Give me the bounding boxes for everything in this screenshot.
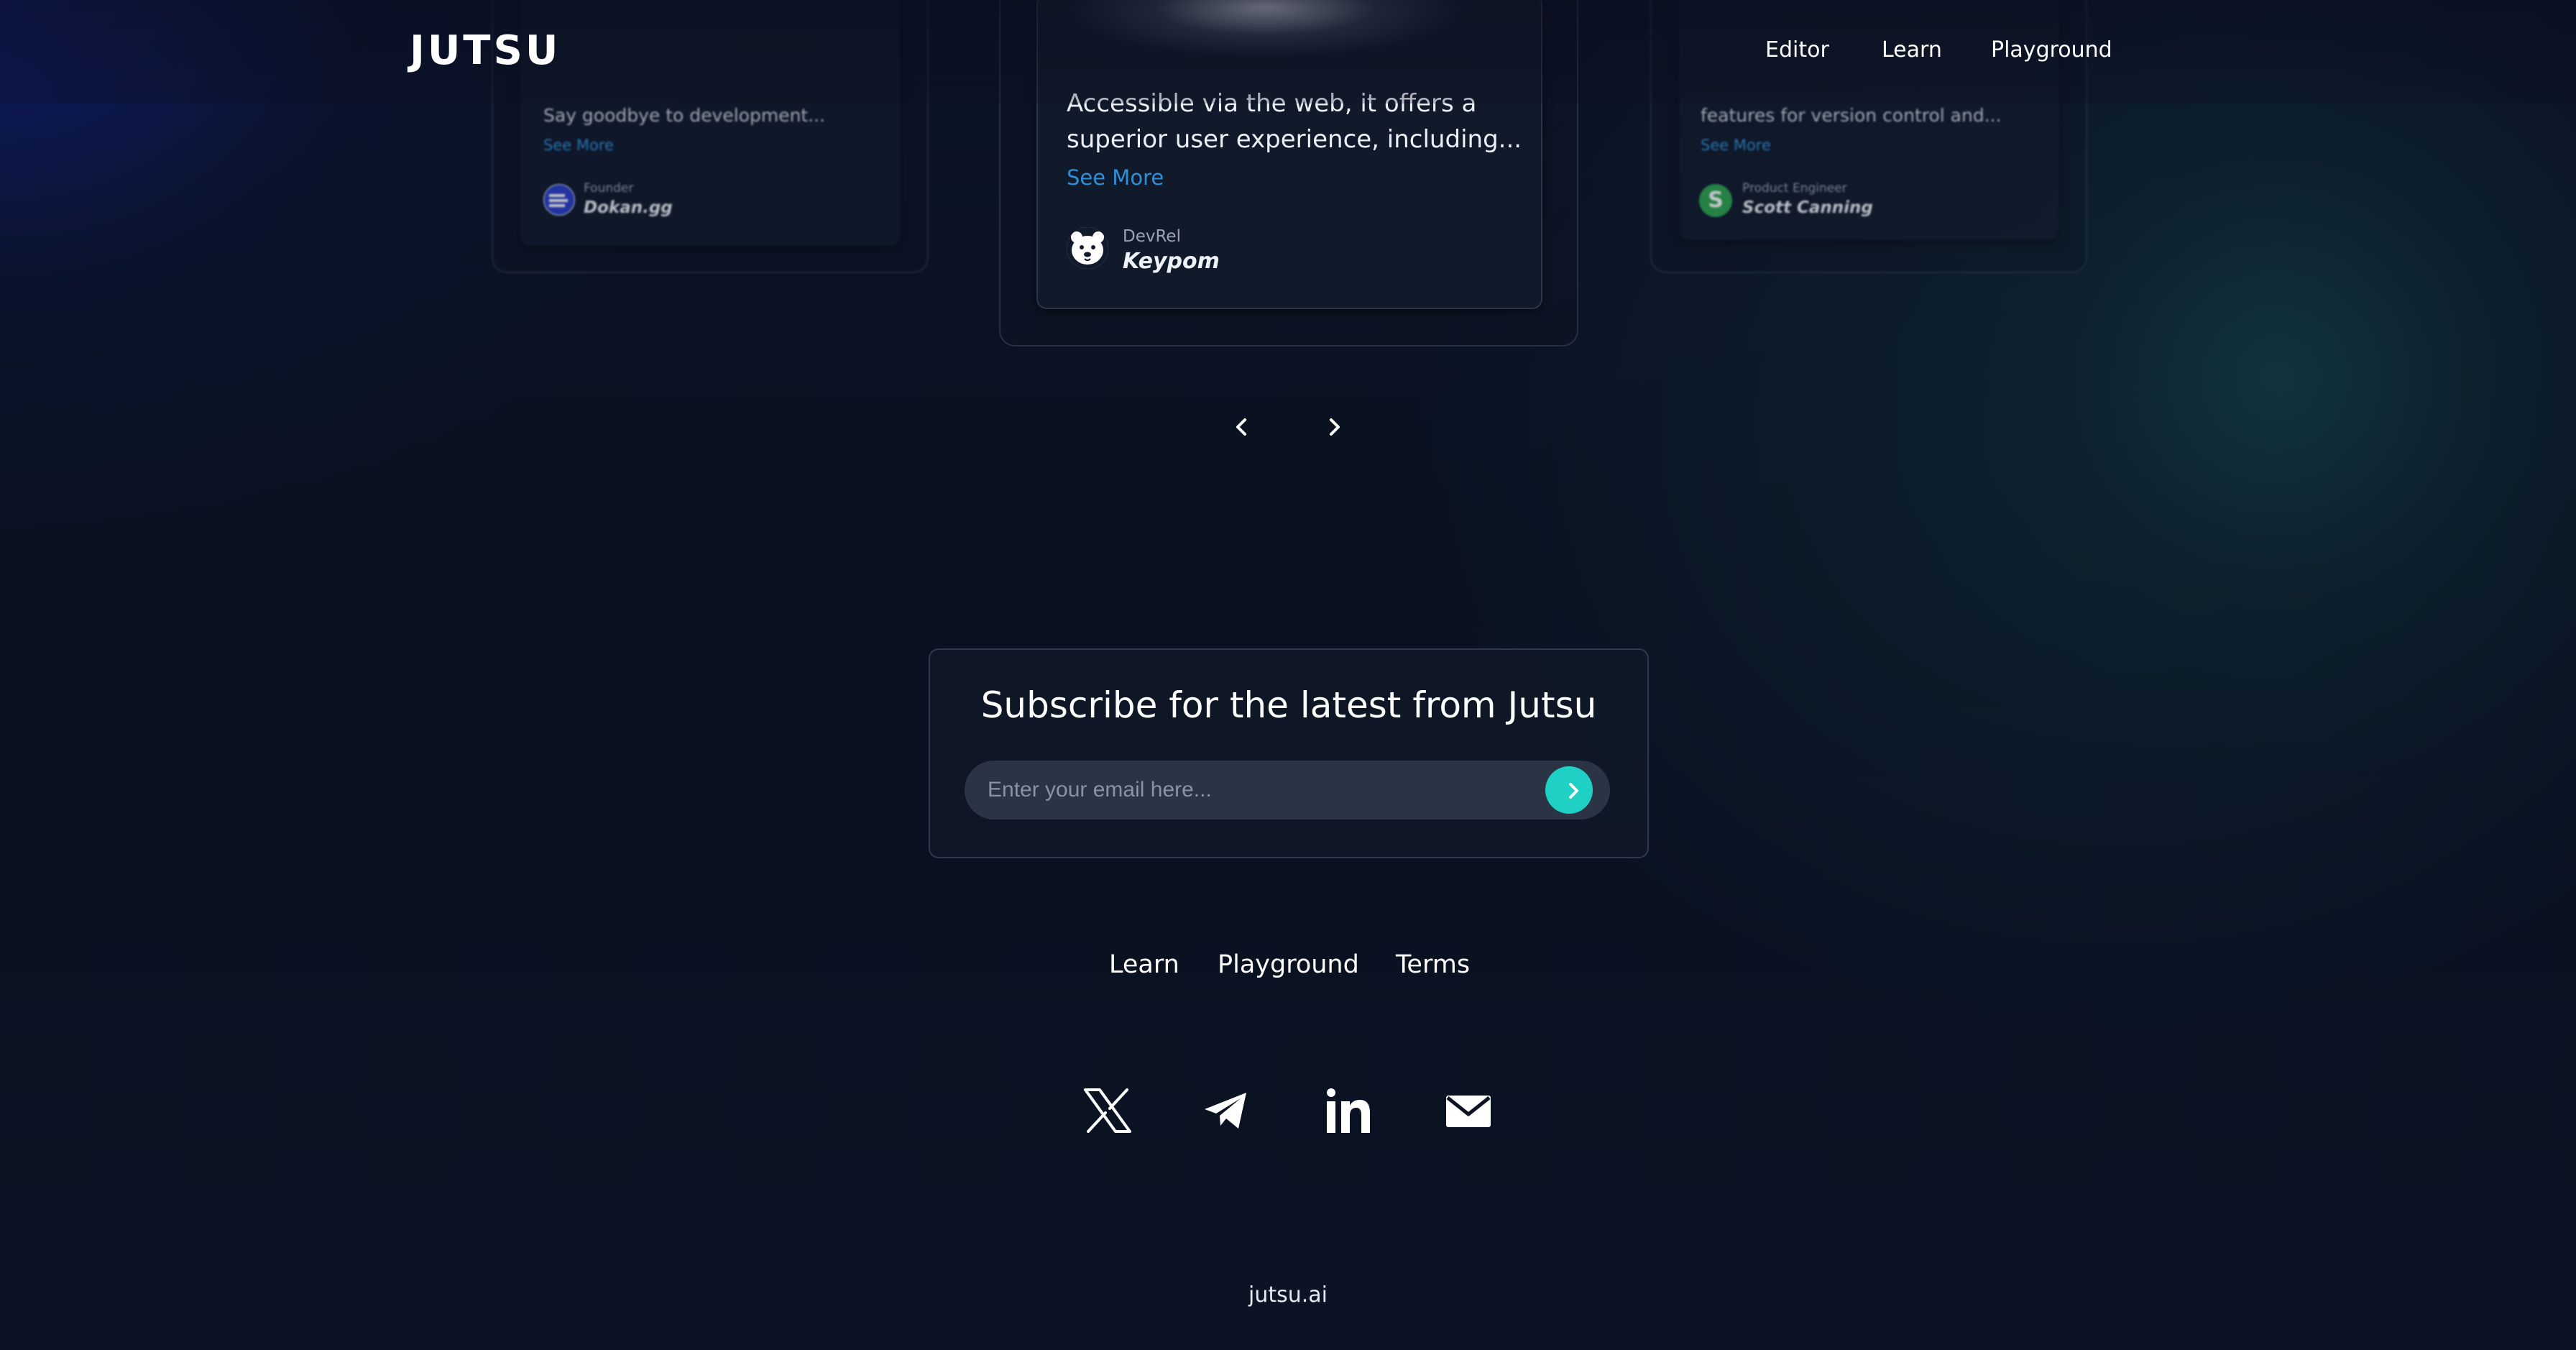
nav-learn[interactable]: Learn [1882, 37, 1942, 63]
email-field-wrapper [965, 761, 1610, 819]
subscribe-submit-button[interactable] [1545, 766, 1593, 814]
x-icon [1084, 1088, 1131, 1133]
testimonial-center-author: Keypom [1123, 249, 1220, 274]
x-social-link[interactable] [1082, 1085, 1133, 1136]
nav-playground[interactable]: Playground [1991, 37, 2112, 63]
dokan-avatar [543, 184, 575, 216]
carousel-next-button[interactable] [1320, 413, 1348, 441]
dokan-logo-icon [544, 185, 574, 215]
footer-domain: jutsu.ai [1248, 1282, 1328, 1308]
linkedin-social-link[interactable] [1324, 1085, 1374, 1136]
scott-avatar: S [1699, 184, 1732, 217]
testimonial-left-role: Founder [584, 181, 634, 196]
carousel-prev-button[interactable] [1228, 413, 1256, 441]
email-input[interactable] [965, 761, 1511, 819]
testimonial-right-author: Scott Canning [1742, 198, 1873, 217]
footer-link-terms[interactable]: Terms [1396, 950, 1470, 979]
keypom-avatar [1067, 227, 1108, 269]
header [0, 0, 2576, 104]
chevron-left-icon [1236, 418, 1246, 436]
telegram-social-link[interactable] [1200, 1085, 1251, 1136]
testimonial-center-text-2: superior user experience, including... [1067, 125, 1522, 154]
jutsu-logo[interactable]: JUTSU [410, 27, 561, 74]
subscribe-panel: Subscribe for the latest from Jutsu [929, 648, 1649, 858]
testimonial-left-text: Say goodbye to development... [543, 105, 826, 126]
testimonial-left-author: Dokan.gg [584, 198, 673, 217]
footer-link-playground[interactable]: Playground [1218, 950, 1359, 979]
mail-social-link[interactable] [1443, 1085, 1494, 1136]
subscribe-title: Subscribe for the latest from Jutsu [980, 684, 1597, 726]
linkedin-icon [1327, 1088, 1370, 1133]
nav-editor[interactable]: Editor [1765, 37, 1829, 63]
testimonial-right-see-more[interactable]: See More [1701, 137, 1771, 154]
chevron-right-icon [1569, 783, 1578, 799]
telegram-icon [1205, 1093, 1246, 1129]
testimonial-center-see-more[interactable]: See More [1067, 165, 1164, 190]
avatar-letter: S [1708, 188, 1724, 213]
testimonial-right-text: features for version control and... [1701, 105, 2002, 126]
testimonial-center-role: DevRel [1123, 227, 1181, 246]
mail-icon [1446, 1096, 1491, 1127]
bear-icon [1067, 227, 1108, 269]
chevron-right-icon [1330, 418, 1340, 436]
footer-link-learn[interactable]: Learn [1109, 950, 1179, 979]
testimonial-right-role: Product Engineer [1742, 181, 1847, 196]
testimonial-left-see-more[interactable]: See More [543, 137, 614, 154]
